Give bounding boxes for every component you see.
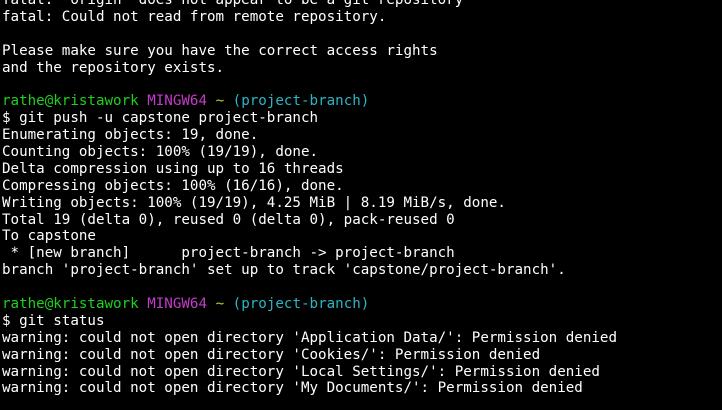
output-line: Please make sure you have the correct ac…	[2, 42, 438, 59]
prompt-line: rathe@kristawork MINGW64 ~ (project-bran…	[2, 296, 722, 313]
output-line: To capstone	[2, 228, 96, 245]
prompt-path: ~	[215, 93, 225, 110]
output-line: warning: could not open directory 'My Do…	[2, 380, 583, 397]
prompt-line: rathe@kristawork MINGW64 ~ (project-bran…	[2, 93, 722, 110]
prompt-system: MINGW64	[147, 93, 208, 110]
output-line: Delta compression using up to 16 threads	[2, 160, 344, 177]
prompt-user-host: rathe@kristawork	[2, 93, 139, 110]
output-line: warning: could not open directory 'Appli…	[2, 329, 617, 346]
prompt-branch: (project-branch)	[232, 93, 370, 110]
terminal-window[interactable]: fatal: 'origin' does not appear to be a …	[0, 0, 722, 410]
output-line: fatal: Could not read from remote reposi…	[2, 8, 387, 25]
output-line: Total 19 (delta 0), reused 0 (delta 0), …	[2, 211, 455, 228]
output-line: branch 'project-branch' set up to track …	[2, 262, 566, 279]
output-line: warning: could not open directory 'Cooki…	[2, 346, 541, 363]
prompt-branch: (project-branch)	[232, 296, 370, 313]
prompt-path: ~	[215, 296, 225, 313]
prompt-system: MINGW64	[147, 296, 208, 313]
prompt-user-host: rathe@kristawork	[2, 296, 139, 313]
output-line: * [new branch] project-branch -> project…	[2, 245, 455, 262]
command-line: $ git push -u capstone project-branch	[2, 110, 319, 127]
output-line: warning: could not open directory 'Local…	[2, 363, 600, 380]
output-line: and the repository exists.	[2, 59, 225, 76]
output-line: Writing objects: 100% (19/19), 4.25 MiB …	[2, 194, 506, 211]
output-line: fatal: 'origin' does not appear to be a …	[2, 0, 464, 8]
output-line: Counting objects: 100% (19/19), done.	[2, 144, 319, 161]
output-line: Compressing objects: 100% (16/16), done.	[2, 177, 344, 194]
output-line: Enumerating objects: 19, done.	[2, 127, 259, 144]
command-line: $ git status	[2, 312, 105, 329]
